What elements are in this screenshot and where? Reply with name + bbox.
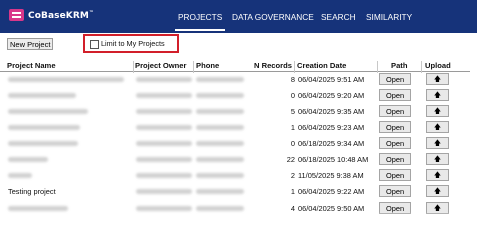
upload-button[interactable]: 🡅 — [426, 89, 449, 101]
redacted-project-name — [8, 125, 80, 130]
redacted-project-owner — [136, 206, 192, 211]
table-row: 0 06/04/2025 9:20 AM Open 🡅 — [0, 88, 470, 105]
redacted-phone — [196, 157, 244, 162]
col-creation-date[interactable]: Creation Date — [297, 61, 346, 70]
creation-date-cell: 11/05/2025 9:38 AM — [298, 171, 364, 180]
table-row: 8 06/04/2025 9:51 AM Open 🡅 — [0, 72, 470, 89]
up-arrow-icon: 🡅 — [433, 76, 442, 83]
open-button[interactable]: Open — [379, 89, 411, 101]
creation-date-cell: 06/04/2025 9:20 AM — [298, 91, 365, 100]
redacted-project-name — [8, 141, 78, 146]
up-arrow-icon: 🡅 — [433, 205, 442, 212]
redacted-phone — [196, 77, 244, 82]
new-project-button[interactable]: New Project — [7, 38, 54, 50]
creation-date-cell: 06/04/2025 9:23 AM — [298, 123, 365, 132]
redacted-project-name — [8, 206, 68, 211]
redacted-project-owner — [136, 173, 192, 178]
redacted-project-owner — [136, 141, 192, 146]
upload-button[interactable]: 🡅 — [426, 153, 449, 165]
bottom-fade — [0, 212, 477, 220]
up-arrow-icon: 🡅 — [433, 188, 442, 195]
upload-button[interactable]: 🡅 — [426, 73, 449, 85]
table-row: 22 06/18/2025 10:48 AM Open 🡅 — [0, 152, 470, 169]
col-project-name[interactable]: Project Name — [7, 61, 56, 70]
creation-date-cell: 06/04/2025 9:51 AM — [298, 75, 365, 84]
logo-text: CoBaseKRM™ — [28, 9, 95, 21]
creation-date-cell: 06/18/2025 10:48 AM — [298, 155, 369, 164]
col-project-owner[interactable]: Project Owner — [135, 61, 186, 70]
upload-button[interactable]: 🡅 — [426, 105, 449, 117]
up-arrow-icon: 🡅 — [433, 156, 442, 163]
redacted-project-name — [8, 109, 88, 114]
limit-to-my-projects-label[interactable]: Limit to My Projects — [101, 39, 165, 48]
redacted-project-owner — [136, 189, 192, 194]
redacted-project-name — [8, 157, 48, 162]
n-records-cell: 0 — [290, 91, 295, 100]
up-arrow-icon: 🡅 — [433, 108, 442, 115]
col-phone[interactable]: Phone — [196, 61, 219, 70]
n-records-cell: 22 — [286, 155, 295, 164]
creation-date-cell: 06/04/2025 9:35 AM — [298, 107, 365, 116]
open-button[interactable]: Open — [379, 153, 411, 165]
n-records-cell: 0 — [290, 139, 295, 148]
nav-search[interactable]: SEARCH — [321, 12, 356, 22]
nav-similarity[interactable]: SIMILARITY — [366, 12, 412, 22]
app-logo[interactable]: CoBaseKRM™ — [9, 9, 94, 21]
redacted-phone — [196, 206, 244, 211]
redacted-project-owner — [136, 125, 192, 130]
n-records-cell: 1 — [290, 187, 295, 196]
logo-icon — [9, 9, 24, 21]
n-records-cell: 8 — [290, 75, 295, 84]
upload-button[interactable]: 🡅 — [426, 169, 449, 181]
redacted-project-owner — [136, 77, 192, 82]
top-navigation-bar: CoBaseKRM™ PROJECTS DATA GOVERNANCE SEAR… — [0, 0, 477, 33]
project-name-cell: Testing project — [8, 187, 56, 196]
upload-button[interactable]: 🡅 — [426, 185, 449, 197]
col-path[interactable]: Path — [391, 61, 407, 70]
table-row: 2 11/05/2025 9:38 AM Open 🡅 — [0, 168, 470, 185]
redacted-phone — [196, 189, 244, 194]
open-button[interactable]: Open — [379, 137, 411, 149]
table-row: 5 06/04/2025 9:35 AM Open 🡅 — [0, 104, 470, 121]
redacted-phone — [196, 173, 244, 178]
col-upload[interactable]: Upload — [425, 61, 451, 70]
limit-to-my-projects-checkbox[interactable] — [90, 40, 99, 49]
open-button[interactable]: Open — [379, 121, 411, 133]
up-arrow-icon: 🡅 — [433, 172, 442, 179]
creation-date-cell: 06/18/2025 9:34 AM — [298, 139, 365, 148]
open-button[interactable]: Open — [379, 105, 411, 117]
redacted-phone — [196, 141, 244, 146]
redacted-phone — [196, 109, 244, 114]
open-button[interactable]: Open — [379, 185, 411, 197]
upload-button[interactable]: 🡅 — [426, 137, 449, 149]
redacted-project-name — [8, 93, 76, 98]
redacted-project-owner — [136, 109, 192, 114]
nav-data-governance[interactable]: DATA GOVERNANCE — [232, 12, 314, 22]
up-arrow-icon: 🡅 — [433, 92, 442, 99]
redacted-project-owner — [136, 93, 192, 98]
up-arrow-icon: 🡅 — [433, 140, 442, 147]
redacted-project-owner — [136, 157, 192, 162]
open-button[interactable]: Open — [379, 169, 411, 181]
redacted-project-name — [8, 173, 32, 178]
table-row: 1 06/04/2025 9:23 AM Open 🡅 — [0, 120, 470, 137]
creation-date-cell: 06/04/2025 9:22 AM — [298, 187, 365, 196]
up-arrow-icon: 🡅 — [433, 124, 442, 131]
nav-projects[interactable]: PROJECTS — [174, 12, 226, 31]
redacted-project-name — [8, 77, 124, 82]
redacted-phone — [196, 125, 244, 130]
upload-button[interactable]: 🡅 — [426, 121, 449, 133]
col-n-records[interactable]: N Records — [254, 61, 292, 70]
table-row: 0 06/18/2025 9:34 AM Open 🡅 — [0, 136, 470, 153]
table-header: Project Name Project Owner Phone N Recor… — [0, 61, 470, 72]
n-records-cell: 2 — [290, 171, 295, 180]
table-row: Testing project 1 06/04/2025 9:22 AM Ope… — [0, 184, 470, 201]
open-button[interactable]: Open — [379, 73, 411, 85]
redacted-phone — [196, 93, 244, 98]
n-records-cell: 1 — [290, 123, 295, 132]
n-records-cell: 5 — [290, 107, 295, 116]
